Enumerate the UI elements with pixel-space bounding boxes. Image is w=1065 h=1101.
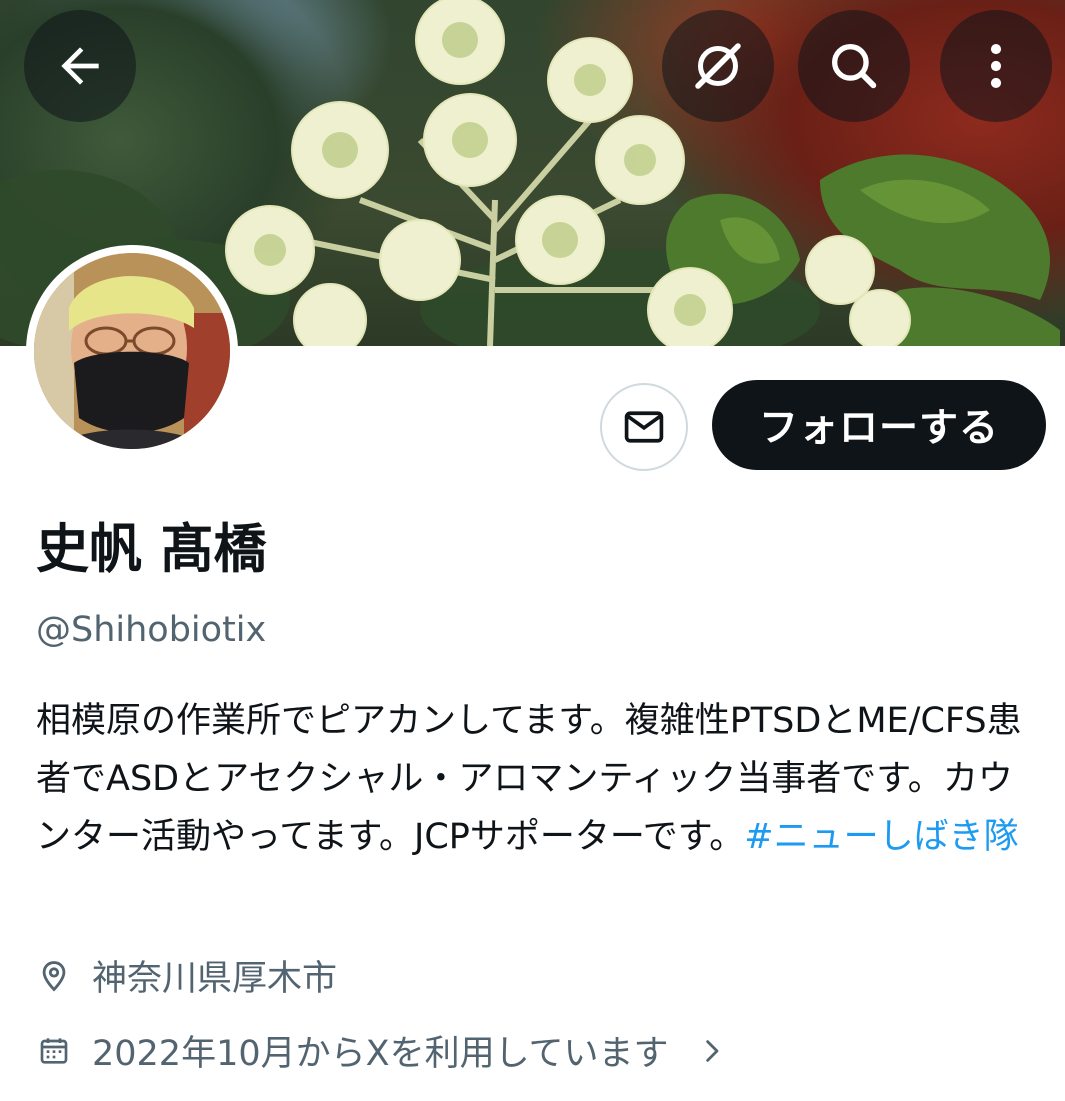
avatar-photo — [34, 253, 230, 449]
search-button[interactable] — [798, 10, 910, 122]
joined-row[interactable]: 2022年10月からXを利用しています — [36, 1025, 727, 1076]
display-name: 史帆 髙橋 — [36, 519, 267, 580]
chevron-right-icon — [697, 1036, 727, 1066]
profile-avatar[interactable] — [26, 245, 238, 457]
more-button[interactable] — [940, 10, 1052, 122]
back-button[interactable] — [24, 10, 136, 122]
location-pin-icon — [36, 958, 72, 994]
bio-hashtag-link[interactable]: #ニューしばき隊 — [744, 817, 1018, 857]
message-button[interactable] — [600, 383, 688, 471]
follow-button[interactable]: フォローする — [712, 380, 1046, 470]
arrow-left-icon — [61, 47, 99, 85]
user-handle: @Shihobiotix — [36, 610, 267, 650]
location-text: 神奈川県厚木市 — [92, 959, 338, 999]
grok-icon — [695, 43, 741, 89]
profile-bio: 相模原の作業所でピアカンしてます。複雑性PTSDとME/CFS患者でASDとアセ… — [36, 692, 1036, 866]
more-vertical-icon — [990, 44, 1002, 88]
calendar-icon — [36, 1033, 72, 1069]
envelope-icon — [624, 411, 664, 443]
location-row: 神奈川県厚木市 — [36, 950, 337, 1001]
grok-button[interactable] — [662, 10, 774, 122]
joined-text: 2022年10月からXを利用しています — [92, 1034, 669, 1074]
search-icon — [832, 44, 877, 89]
